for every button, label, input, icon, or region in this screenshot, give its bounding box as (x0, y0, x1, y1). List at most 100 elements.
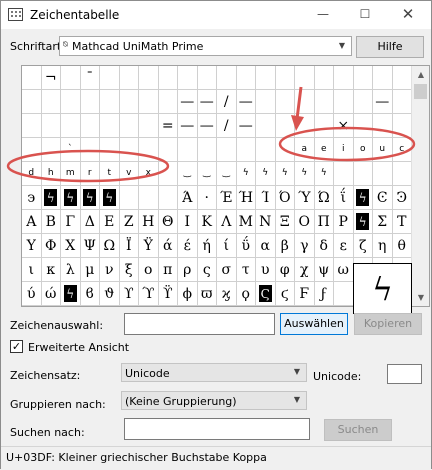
character-cell[interactable] (158, 66, 178, 90)
character-cell[interactable]: Δ (80, 210, 100, 234)
character-cell[interactable]: ρ (178, 258, 198, 282)
character-cell[interactable]: γ (295, 234, 315, 258)
character-cell[interactable]: ϟ (353, 210, 373, 234)
character-cell[interactable] (256, 66, 276, 90)
character-cell[interactable]: ϟ (314, 162, 334, 186)
character-cell[interactable] (197, 66, 217, 90)
character-cell[interactable]: Η (139, 210, 159, 234)
character-cell[interactable] (314, 114, 334, 138)
character-cell[interactable] (275, 138, 295, 162)
character-cell[interactable]: ξ (119, 258, 139, 282)
character-cell[interactable]: Ψ (80, 234, 100, 258)
character-cell[interactable]: Γ (61, 210, 81, 234)
select-button[interactable]: Auswählen (280, 313, 348, 335)
character-cell[interactable] (41, 114, 61, 138)
character-cell[interactable]: ¬ (41, 66, 61, 90)
character-cell[interactable] (353, 66, 373, 90)
character-cell[interactable]: β (275, 234, 295, 258)
character-cell[interactable]: α (256, 234, 276, 258)
character-cell[interactable] (373, 66, 393, 90)
character-cell[interactable]: ψ (314, 258, 334, 282)
character-cell[interactable] (392, 162, 412, 186)
character-cell[interactable]: Ο (295, 210, 315, 234)
character-cell[interactable] (22, 66, 42, 90)
character-cell[interactable] (295, 66, 315, 90)
character-cell[interactable]: u (373, 138, 393, 162)
character-cell[interactable] (256, 114, 276, 138)
character-cell[interactable]: Ν (256, 210, 276, 234)
search-button[interactable]: Suchen (324, 419, 392, 441)
character-cell[interactable]: ά (158, 234, 178, 258)
character-cell[interactable]: Μ (236, 210, 256, 234)
character-cell[interactable]: — (197, 90, 217, 114)
character-cell[interactable] (275, 114, 295, 138)
character-cell[interactable]: ς (197, 258, 217, 282)
character-cell[interactable]: Σ (373, 210, 393, 234)
scroll-down-icon[interactable]: ▼ (412, 289, 430, 306)
font-select[interactable]: ⍉ Mathcad UniMath Prime ▼ (59, 36, 352, 56)
character-cell[interactable] (178, 138, 198, 162)
character-cell[interactable]: ζ (353, 234, 373, 258)
character-cell[interactable]: v (119, 162, 139, 186)
character-cell[interactable] (100, 114, 120, 138)
character-cell[interactable]: ϑ (100, 282, 120, 306)
character-cell[interactable]: r (80, 162, 100, 186)
close-button[interactable]: ✕ (387, 1, 429, 29)
character-cell[interactable] (61, 90, 81, 114)
character-cell[interactable] (41, 90, 61, 114)
character-cell[interactable] (334, 66, 354, 90)
character-cell[interactable] (236, 138, 256, 162)
character-cell[interactable] (119, 138, 139, 162)
character-cell[interactable] (353, 90, 373, 114)
character-cell[interactable]: ΰ (236, 234, 256, 258)
character-cell[interactable]: ω (334, 258, 354, 282)
character-cell[interactable]: δ (314, 234, 334, 258)
character-cell[interactable]: ϟ (295, 162, 315, 186)
character-cell[interactable]: τ (236, 258, 256, 282)
character-cell[interactable]: ε (334, 234, 354, 258)
character-cell[interactable]: Ί (256, 186, 276, 210)
character-cell[interactable] (353, 162, 373, 186)
charset-select[interactable]: Unicode ▼ (121, 363, 307, 382)
character-cell[interactable] (334, 162, 354, 186)
character-cell[interactable]: ¯ (80, 66, 100, 90)
character-cell[interactable]: ‿ (178, 162, 198, 186)
character-cell[interactable] (217, 66, 237, 90)
character-cell[interactable]: ϗ (217, 282, 237, 306)
character-cell[interactable] (334, 282, 354, 306)
character-cell[interactable]: ϟ (61, 282, 81, 306)
character-cell[interactable]: ϟ (236, 162, 256, 186)
help-button[interactable]: Hilfe (356, 36, 424, 58)
character-cell[interactable]: e (314, 138, 334, 162)
character-cell[interactable]: = (158, 114, 178, 138)
character-cell[interactable]: Ά (178, 186, 198, 210)
character-cell[interactable]: ϝ (314, 282, 334, 306)
character-cell[interactable]: ϙ (236, 282, 256, 306)
character-cell[interactable]: ϶ (22, 186, 42, 210)
character-cell[interactable]: ϟ (353, 186, 373, 210)
character-cell[interactable]: ϟ (275, 162, 295, 186)
character-cell[interactable] (80, 138, 100, 162)
character-cell[interactable]: Ͼ (373, 186, 393, 210)
character-cell[interactable]: — (236, 90, 256, 114)
character-cell[interactable]: η (373, 234, 393, 258)
character-cell[interactable]: d (22, 162, 42, 186)
character-cell[interactable] (256, 90, 276, 114)
character-cell[interactable]: ι (22, 258, 42, 282)
character-cell[interactable]: Ζ (119, 210, 139, 234)
character-cell[interactable] (334, 90, 354, 114)
character-cell[interactable] (392, 90, 412, 114)
character-cell[interactable]: Ρ (334, 210, 354, 234)
character-cell[interactable]: λ (61, 258, 81, 282)
character-cell[interactable]: ο (139, 258, 159, 282)
character-cell[interactable]: Ι (178, 210, 198, 234)
character-cell[interactable]: Ύ (295, 186, 315, 210)
unicode-input[interactable] (387, 364, 422, 384)
minimize-button[interactable]: — (302, 1, 344, 29)
character-cell[interactable]: ϐ (80, 282, 100, 306)
character-cell[interactable]: Ͽ (392, 186, 412, 210)
character-cell[interactable]: ϔ (158, 282, 178, 306)
character-cell[interactable] (139, 90, 159, 114)
character-cell[interactable] (139, 186, 159, 210)
character-cell[interactable]: Ϛ (256, 282, 276, 306)
